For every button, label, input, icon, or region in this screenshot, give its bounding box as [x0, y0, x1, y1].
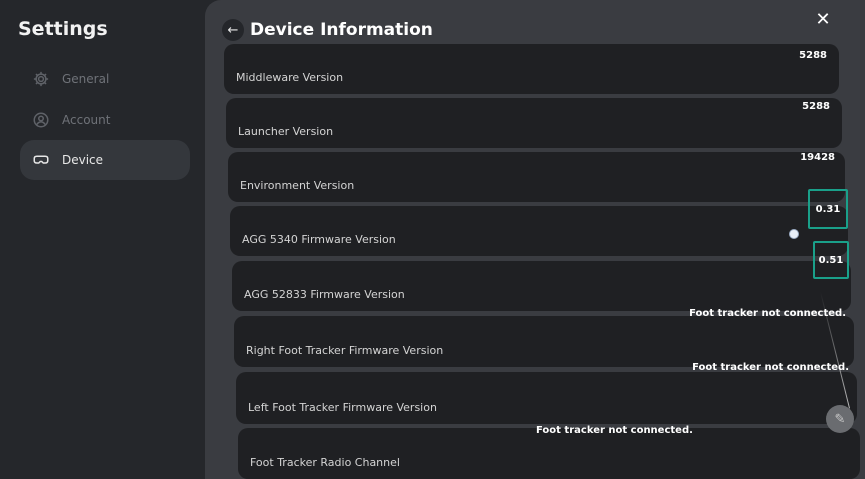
- close-button[interactable]: ✕: [812, 8, 834, 30]
- info-row-left-foot-tracker: Left Foot Tracker Firmware Version Foot …: [236, 362, 857, 424]
- pencil-icon: ✎: [834, 411, 846, 427]
- page-title: Device Information: [250, 20, 433, 40]
- highlighted-value-agg5340: 0.31: [808, 189, 848, 229]
- highlighted-value-agg52833: 0.51: [813, 241, 849, 279]
- row-label: Launcher Version: [238, 125, 334, 138]
- row-label: AGG 5340 Firmware Version: [242, 233, 396, 246]
- info-row-radio-channel: Foot Tracker Radio Channel Foot tracker …: [238, 425, 860, 479]
- info-row-middleware: Middleware Version 5288: [224, 44, 839, 94]
- row-label: Right Foot Tracker Firmware Version: [246, 344, 444, 357]
- info-row-launcher: Launcher Version 5288: [226, 98, 842, 148]
- info-row-right-foot-tracker: Right Foot Tracker Firmware Version Foot…: [234, 308, 854, 367]
- sidebar-item-general[interactable]: General: [20, 59, 190, 99]
- info-row-agg52833: AGG 52833 Firmware Version: [232, 261, 851, 311]
- arrow-left-icon: ←: [227, 22, 239, 38]
- sidebar-item-label: Device: [62, 153, 104, 167]
- row-value: 0.31: [815, 203, 841, 215]
- close-icon: ✕: [815, 8, 831, 30]
- back-button[interactable]: ←: [222, 19, 244, 41]
- row-value: 5288: [799, 50, 827, 61]
- row-value: Foot tracker not connected.: [536, 425, 693, 436]
- row-label: AGG 52833 Firmware Version: [244, 288, 405, 301]
- headset-icon: [32, 151, 50, 169]
- info-row-agg5340: AGG 5340 Firmware Version: [230, 206, 848, 256]
- row-label: Environment Version: [240, 179, 355, 192]
- sidebar-item-account[interactable]: Account: [20, 100, 190, 140]
- row-value: 0.51: [818, 254, 844, 266]
- sidebar-item-label: General: [62, 72, 110, 86]
- row-value: 5288: [802, 101, 830, 112]
- edit-button[interactable]: ✎: [826, 405, 854, 433]
- row-value: Foot tracker not connected.: [689, 308, 846, 319]
- sidebar-item-device[interactable]: Device: [20, 140, 190, 180]
- pointer-cursor: [789, 229, 799, 239]
- gear-icon: [32, 70, 50, 88]
- row-value: 19428: [800, 152, 835, 163]
- row-value: Foot tracker not connected.: [692, 362, 849, 373]
- row-label: Foot Tracker Radio Channel: [250, 456, 400, 469]
- settings-sidebar: Settings General Account Device: [0, 0, 222, 479]
- user-circle-icon: [32, 111, 50, 129]
- row-label: Middleware Version: [236, 71, 344, 84]
- sidebar-title: Settings: [18, 18, 108, 40]
- page-header: ← Device Information: [222, 16, 433, 44]
- row-label: Left Foot Tracker Firmware Version: [248, 401, 437, 414]
- info-row-environment: Environment Version 19428: [228, 152, 845, 202]
- sidebar-item-label: Account: [62, 113, 111, 127]
